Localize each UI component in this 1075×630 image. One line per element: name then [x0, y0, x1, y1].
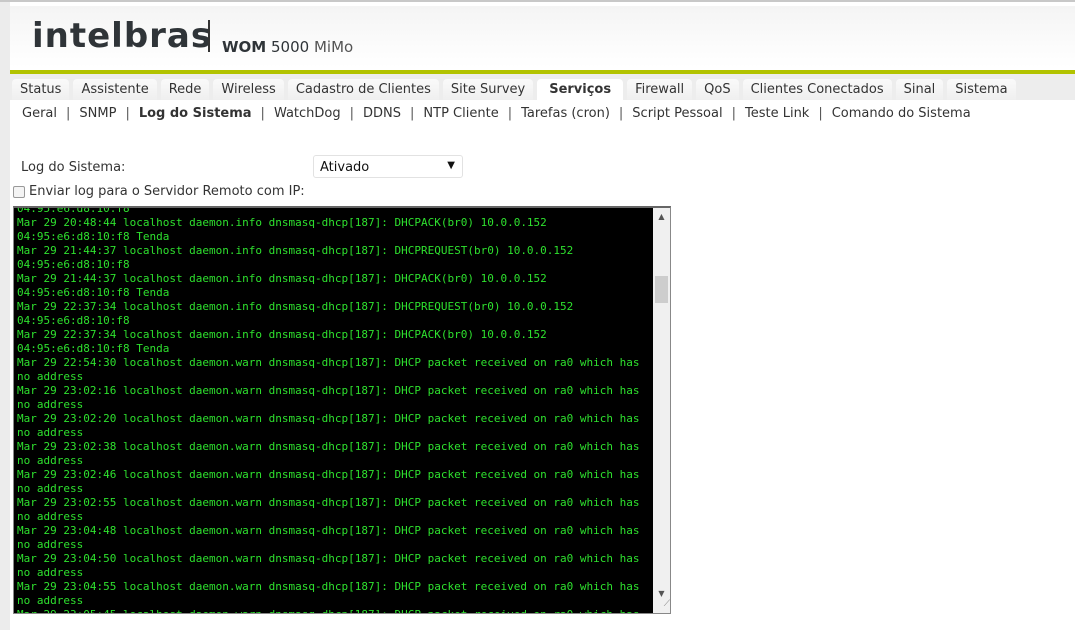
tab-sinal[interactable]: Sinal: [895, 79, 944, 100]
log-line: Mar 29 23:02:46 localhost daemon.warn dn…: [17, 468, 640, 481]
log-line: Mar 29 23:04:48 localhost daemon.warn dn…: [17, 524, 640, 537]
tab-assistente[interactable]: Assistente: [73, 79, 157, 100]
log-line: Mar 29 23:02:38 localhost daemon.warn dn…: [17, 440, 640, 453]
model-suffix: MiMo: [313, 38, 354, 56]
tab-wireless[interactable]: Wireless: [213, 79, 284, 100]
resize-handle-icon[interactable]: ⟋: [653, 599, 670, 613]
model-name: WOM: [222, 38, 267, 56]
log-line: no address: [17, 482, 84, 495]
model-number: 5000: [271, 38, 310, 56]
log-line: no address: [17, 370, 84, 383]
remote-log-checkbox[interactable]: [13, 185, 25, 198]
subnav-teste-link[interactable]: Teste Link: [745, 106, 809, 121]
log-line: Mar 29 23:02:16 localhost daemon.warn dn…: [17, 384, 640, 397]
log-line: 04:95:e6:d8:10:f8 Tenda: [17, 230, 170, 243]
subnav-separator: |: [66, 106, 71, 121]
device-model: WOM 5000 MiMo: [222, 38, 353, 56]
log-line: Mar 29 23:04:55 localhost daemon.warn dn…: [17, 580, 640, 593]
log-line: no address: [17, 454, 84, 467]
subnav-script-pessoal[interactable]: Script Pessoal: [632, 106, 722, 121]
tab-firewall[interactable]: Firewall: [627, 79, 693, 100]
tab-qos[interactable]: QoS: [696, 79, 739, 100]
subnav-geral[interactable]: Geral: [22, 106, 57, 121]
subnav-separator: |: [618, 106, 624, 121]
log-system-label: Log do Sistema:: [21, 160, 126, 175]
log-line: no address: [17, 594, 84, 607]
log-line: no address: [17, 538, 84, 551]
intelbras-logo: intelbras: [32, 16, 213, 56]
subnav-ntp-cliente[interactable]: NTP Cliente: [423, 106, 498, 121]
subnav-watchdog[interactable]: WatchDog: [274, 106, 341, 121]
subnav-separator: |: [818, 106, 823, 121]
log-line: Mar 29 22:37:34 localhost daemon.info dn…: [17, 300, 574, 313]
subnav-log-do-sistema[interactable]: Log do Sistema: [139, 106, 252, 121]
subnav-snmp[interactable]: SNMP: [79, 106, 116, 121]
log-line: no address: [17, 398, 84, 411]
log-line: Mar 29 22:54:30 localhost daemon.warn dn…: [17, 356, 640, 369]
log-line: Mar 29 20:48:44 localhost daemon.info dn…: [17, 216, 547, 229]
log-line: 04:95:e6:d8:10:f8: [17, 258, 130, 271]
subnav-separator: |: [731, 106, 736, 121]
log-line: no address: [17, 510, 84, 523]
scroll-thumb[interactable]: [655, 276, 668, 303]
subnav-separator: |: [507, 106, 513, 121]
main-tabs: Status Assistente Rede Wireless Cadastro de …: [10, 74, 1075, 100]
system-log-textarea[interactable]: 04:95:e6:d8:10:f8 Mar 29 20:48:44 localho…: [13, 206, 671, 614]
tab-sistema[interactable]: Sistema: [947, 79, 1016, 100]
log-line: Mar 29 23:04:50 localhost daemon.warn dn…: [17, 552, 640, 565]
sub-navigation: Geral | SNMP | Log do Sistema | WatchDog | DDNS |…: [22, 106, 971, 121]
subnav-separator: |: [260, 106, 265, 121]
log-scrollbar[interactable]: ▲ ▼: [653, 208, 670, 602]
log-line: Mar 29 21:44:37 localhost daemon.info dn…: [17, 244, 574, 257]
tab-site-survey[interactable]: Site Survey: [442, 79, 534, 100]
log-line: 04:95:e6:d8:10:f8 Tenda: [17, 342, 170, 355]
subnav-ddns[interactable]: DDNS: [363, 106, 401, 121]
page-left-strip: [0, 2, 10, 630]
log-content: 04:95:e6:d8:10:f8 Mar 29 20:48:44 localho…: [17, 206, 640, 613]
subnav-separator: |: [410, 106, 415, 121]
log-line: no address: [17, 426, 84, 439]
log-line: Mar 29 23:02:20 localhost daemon.warn dn…: [17, 412, 640, 425]
header: intelbras WOM 5000 MiMo: [10, 6, 1075, 68]
tab-rede[interactable]: Rede: [160, 79, 210, 100]
tab-cadastro-de-clientes[interactable]: Cadastro de Clientes: [287, 79, 439, 100]
log-system-value: Ativado: [320, 160, 370, 175]
log-line: Mar 29 23:05:45 localhost daemon.warn dn…: [17, 608, 640, 613]
scroll-up-icon[interactable]: ▲: [653, 208, 670, 225]
remote-log-row: Enviar log para o Servidor Remoto com IP…: [13, 184, 305, 199]
log-line: 04:95:e6:d8:10:f8: [17, 206, 130, 215]
log-line: no address: [17, 566, 84, 579]
tab-clientes-conectados[interactable]: Clientes Conectados: [742, 79, 892, 100]
log-line: Mar 29 23:02:55 localhost daemon.warn dn…: [17, 496, 640, 509]
tab-servi-os[interactable]: Serviços: [537, 79, 624, 100]
log-line: 04:95:e6:d8:10:f8: [17, 314, 130, 327]
subnav-separator: |: [349, 106, 355, 121]
log-line: Mar 29 21:44:37 localhost daemon.info dn…: [17, 272, 547, 285]
tab-status[interactable]: Status: [12, 79, 70, 100]
subnav-separator: |: [125, 106, 130, 121]
log-line: Mar 29 22:37:34 localhost daemon.info dn…: [17, 328, 547, 341]
header-divider: [208, 20, 210, 52]
dropdown-arrow-icon: ▼: [447, 160, 455, 171]
subnav-comando-do-sistema[interactable]: Comando do Sistema: [832, 106, 971, 121]
subnav-tarefas-cron-[interactable]: Tarefas (cron): [521, 106, 610, 121]
remote-log-label: Enviar log para o Servidor Remoto com IP…: [29, 184, 305, 199]
log-system-select[interactable]: Ativado ▼: [313, 155, 463, 178]
log-line: 04:95:e6:d8:10:f8 Tenda: [17, 286, 170, 299]
